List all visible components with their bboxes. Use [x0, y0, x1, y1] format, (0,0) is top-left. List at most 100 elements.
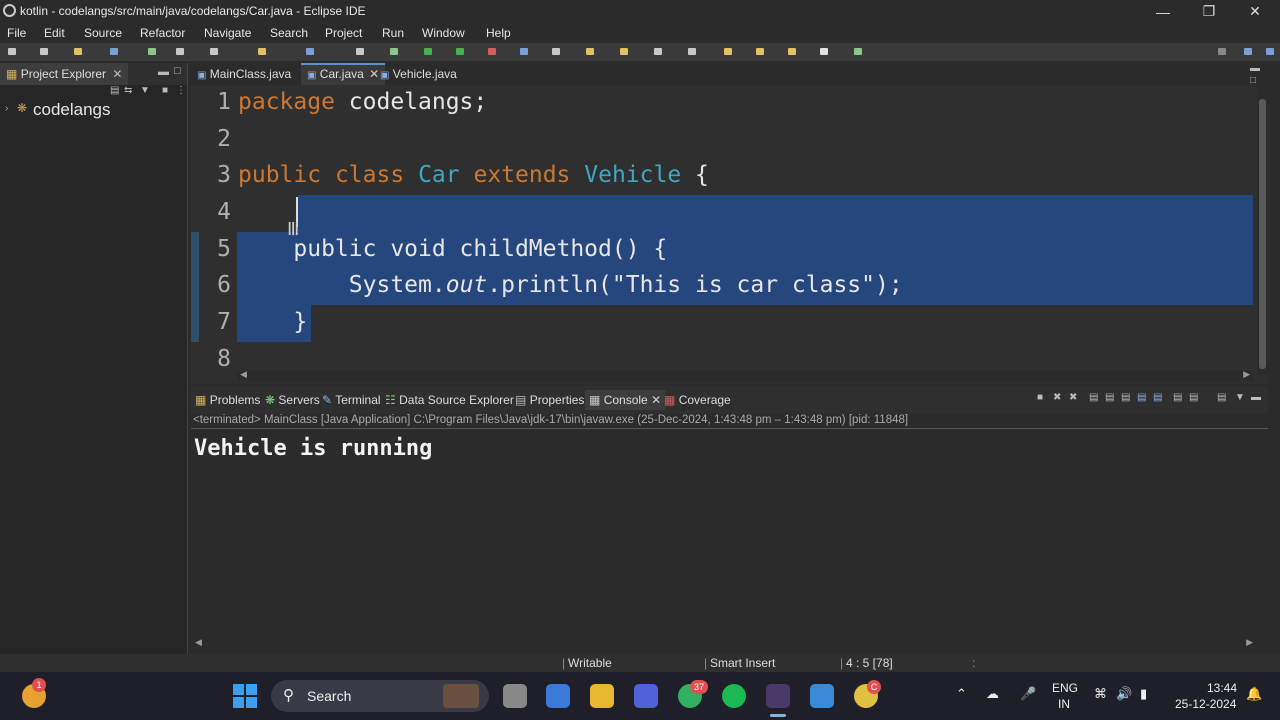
clock-time[interactable]: 13:44: [1207, 681, 1237, 695]
show-stdout-icon[interactable]: ▤: [1137, 392, 1146, 403]
teams-meet-icon[interactable]: [634, 684, 658, 708]
filter-icon[interactable]: ▼: [140, 85, 150, 96]
maximize-view-icon[interactable]: □: [174, 65, 181, 77]
language-indicator[interactable]: ENG: [1052, 681, 1078, 695]
remove-all-icon[interactable]: ✖: [1069, 392, 1077, 403]
new-class-icon[interactable]: [552, 48, 560, 55]
start-button[interactable]: [233, 684, 257, 708]
vertical-scrollbar[interactable]: [1257, 85, 1268, 375]
scroll-left-icon[interactable]: ◀: [240, 369, 247, 380]
notepad-icon[interactable]: [810, 684, 834, 708]
tab-properties[interactable]: ▤ Properties: [515, 393, 584, 407]
view-menu-icon[interactable]: ▼: [1235, 392, 1245, 403]
pin-editor-icon[interactable]: [820, 48, 828, 55]
menu-project[interactable]: Project: [325, 26, 362, 40]
volume-icon[interactable]: 🔊: [1116, 686, 1132, 702]
terminate-icon[interactable]: ■: [1037, 392, 1043, 403]
perspective-icon[interactable]: [1244, 48, 1252, 55]
insert-mode-status[interactable]: Smart Insert: [710, 656, 775, 670]
block-select-icon[interactable]: [356, 48, 364, 55]
next-annotation-icon[interactable]: [688, 48, 696, 55]
menu-file[interactable]: File: [7, 26, 26, 40]
tab-terminal[interactable]: ✎ Terminal: [322, 393, 381, 407]
focus-icon[interactable]: ■: [162, 85, 168, 96]
onedrive-icon[interactable]: ☁: [986, 686, 999, 702]
taskbar-search[interactable]: ⚲ Search: [271, 680, 489, 712]
clock-date[interactable]: 25-12-2024: [1175, 697, 1236, 711]
collapse-all-icon[interactable]: ▤: [110, 85, 119, 96]
build-icon[interactable]: [110, 48, 118, 55]
menu-refactor[interactable]: Refactor: [140, 26, 185, 40]
run-icon[interactable]: [424, 48, 432, 55]
menu-window[interactable]: Window: [422, 26, 465, 40]
mark-occurrences-icon[interactable]: [306, 48, 314, 55]
forward-icon[interactable]: [788, 48, 796, 55]
open-perspective-icon[interactable]: [854, 48, 862, 55]
minimize-button[interactable]: —: [1140, 0, 1186, 23]
menu-source[interactable]: Source: [84, 26, 122, 40]
resume-icon[interactable]: [148, 48, 156, 55]
chevron-right-icon[interactable]: ›: [5, 103, 8, 114]
close-icon[interactable]: ✕: [112, 67, 122, 81]
task-view-icon[interactable]: [503, 684, 527, 708]
menu-edit[interactable]: Edit: [44, 26, 65, 40]
minimize-view-icon[interactable]: ▬: [1250, 63, 1260, 74]
close-icon[interactable]: ✕: [651, 393, 661, 407]
menu-navigate[interactable]: Navigate: [204, 26, 251, 40]
tab-console[interactable]: ▦ Console ✕: [585, 390, 666, 410]
console-horizontal-scrollbar[interactable]: ◀ ▶: [191, 637, 1257, 650]
scroll-lock-icon[interactable]: ▤: [1105, 392, 1114, 403]
open-console-icon[interactable]: ▤: [1217, 392, 1226, 403]
restore-button[interactable]: ❐: [1186, 0, 1232, 23]
pin-console-icon[interactable]: ▤: [1173, 392, 1182, 403]
tab-data-source-explorer[interactable]: ☷ Data Source Explorer: [385, 393, 514, 407]
display-console-icon[interactable]: ▤: [1189, 392, 1198, 403]
menu-help[interactable]: Help: [486, 26, 511, 40]
tab-mainclass-java[interactable]: ▣ MainClass.java: [191, 63, 297, 85]
java-perspective-icon[interactable]: [1266, 48, 1274, 55]
search-toolbar-icon[interactable]: [1218, 48, 1226, 55]
tab-servers[interactable]: ❋ Servers: [265, 393, 320, 407]
tab-problems[interactable]: ▦ Problems: [195, 393, 260, 407]
last-edit-icon[interactable]: [724, 48, 732, 55]
console-vertical-scrollbar[interactable]: [1257, 430, 1268, 636]
show-stderr-icon[interactable]: ▤: [1153, 392, 1162, 403]
word-wrap-icon[interactable]: ▤: [1121, 392, 1130, 403]
back-icon[interactable]: [756, 48, 764, 55]
clear-console-icon[interactable]: ▤: [1089, 392, 1098, 403]
region-indicator[interactable]: IN: [1058, 697, 1070, 711]
tab-car-java[interactable]: ▣ Car.java ✕: [301, 63, 386, 85]
tree-item-codelangs[interactable]: › ❋ codelangs: [0, 99, 187, 123]
search-tool-icon[interactable]: [620, 48, 628, 55]
remove-launch-icon[interactable]: ✖: [1053, 392, 1061, 403]
toggle-comment-icon[interactable]: [258, 48, 266, 55]
debug-icon[interactable]: [390, 48, 398, 55]
tab-vehicle-java[interactable]: ▣ Vehicle.java: [374, 63, 463, 85]
console-output[interactable]: Vehicle is running: [194, 436, 432, 461]
file-explorer-icon[interactable]: [590, 684, 614, 708]
microsoft-store-icon[interactable]: [546, 684, 570, 708]
wifi-icon[interactable]: ⌘: [1094, 686, 1107, 702]
tab-project-explorer[interactable]: ▦ Project Explorer ✕: [0, 63, 129, 85]
code-area[interactable]: 1 package codelangs; 2 3 public class Ca…: [191, 85, 1268, 375]
menu-search[interactable]: Search: [270, 26, 308, 40]
minimize-view-icon[interactable]: ▬: [158, 66, 169, 78]
new-package-icon[interactable]: [520, 48, 528, 55]
microphone-icon[interactable]: 🎤: [1020, 686, 1036, 702]
minimize-view-icon[interactable]: ▬: [1251, 392, 1261, 403]
scroll-left-icon[interactable]: ◀: [195, 637, 202, 648]
annotation-icon[interactable]: [654, 48, 662, 55]
view-menu-icon[interactable]: ⋮: [176, 85, 186, 96]
save-icon[interactable]: [40, 48, 48, 55]
scroll-right-icon[interactable]: ▶: [1246, 637, 1253, 648]
new-icon[interactable]: [8, 48, 16, 55]
chevron-up-icon[interactable]: ⌃: [956, 686, 967, 702]
scroll-right-icon[interactable]: ▶: [1243, 369, 1250, 380]
menu-run[interactable]: Run: [382, 26, 404, 40]
scrollbar-thumb[interactable]: [1259, 99, 1266, 369]
link-editor-icon[interactable]: ⇆: [124, 85, 132, 96]
horizontal-scrollbar[interactable]: ◀ ▶: [237, 369, 1253, 382]
tab-coverage[interactable]: ▦ Coverage: [664, 393, 731, 407]
close-button[interactable]: ✕: [1232, 0, 1278, 23]
suspend-icon[interactable]: [176, 48, 184, 55]
